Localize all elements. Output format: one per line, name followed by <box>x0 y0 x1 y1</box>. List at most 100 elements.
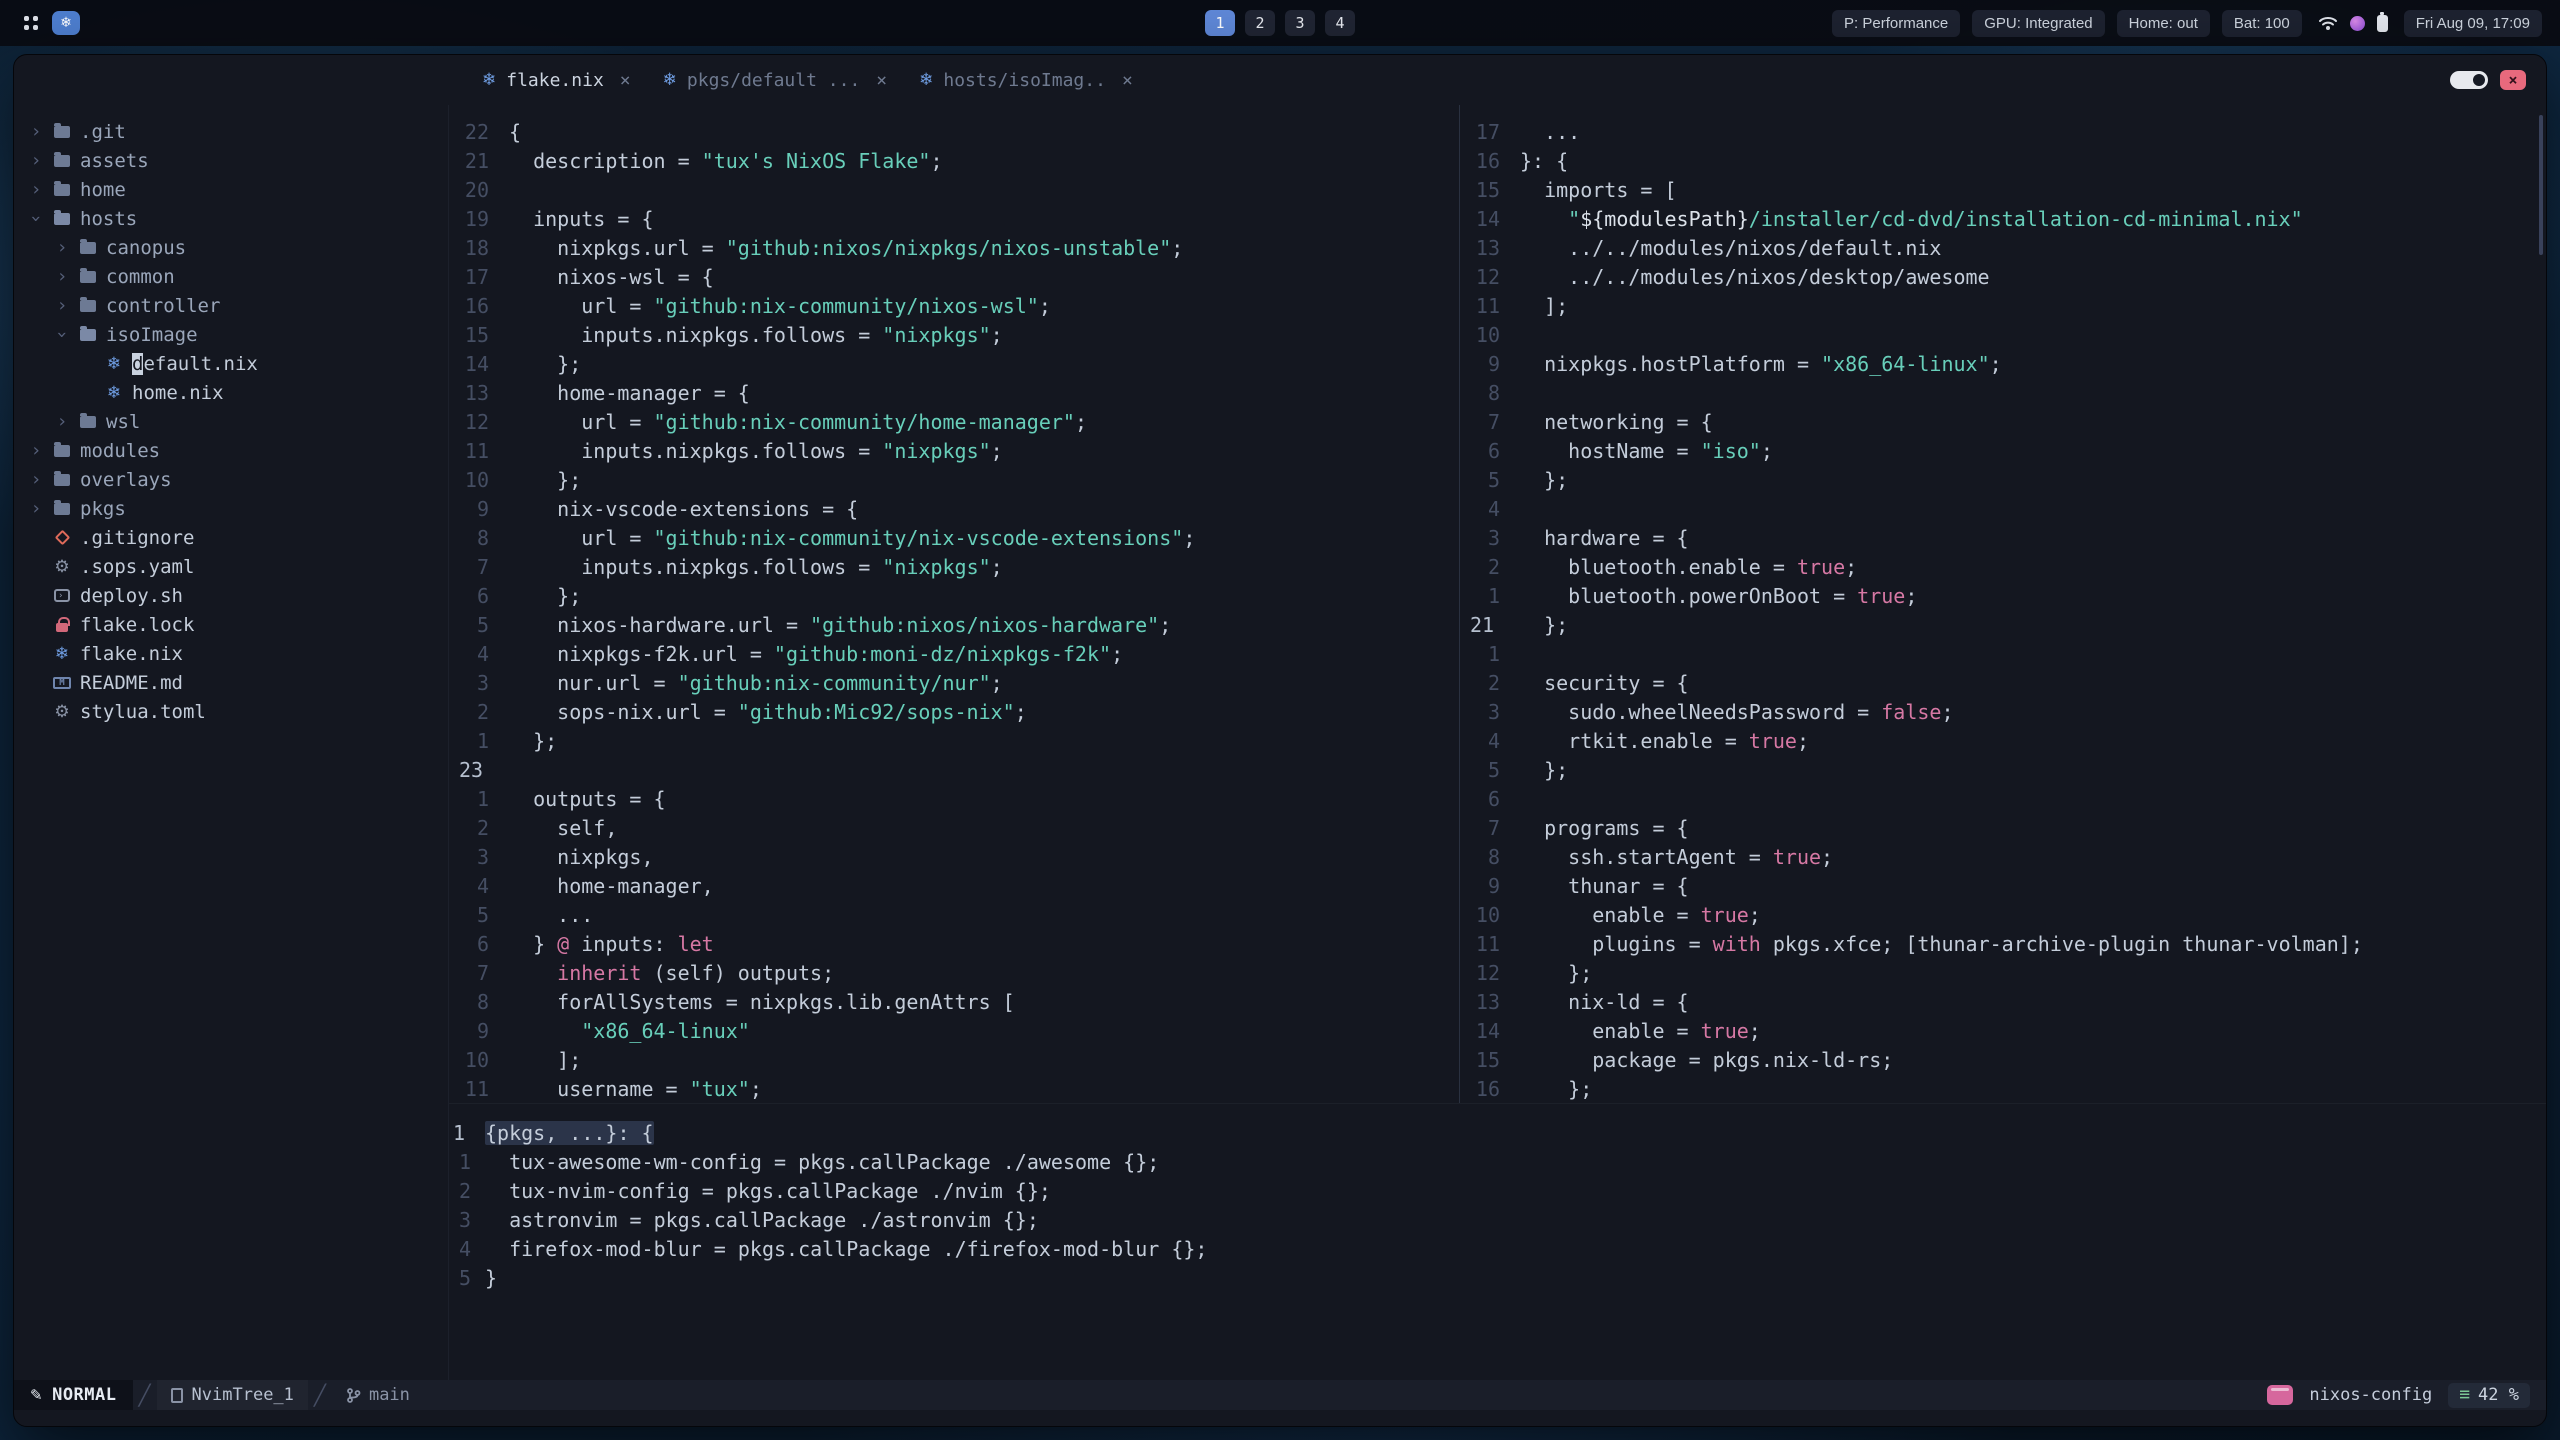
flake-line[interactable]: 3 nixpkgs, <box>449 842 1459 871</box>
iso-line[interactable]: 9 nixpkgs.hostPlatform = "x86_64-linux"; <box>1460 349 2546 378</box>
flake-line[interactable]: 4 nixpkgs-f2k.url = "github:moni-dz/nixp… <box>449 639 1459 668</box>
flake-line[interactable]: 9 "x86_64-linux" <box>449 1016 1459 1045</box>
pkgs-line[interactable]: 2 tux-nvim-config = pkgs.callPackage ./n… <box>449 1176 2546 1205</box>
flake-line[interactable]: 8 forAllSystems = nixpkgs.lib.genAttrs [ <box>449 987 1459 1016</box>
tab-close-icon[interactable]: × <box>1122 70 1133 91</box>
flake-line[interactable]: 6 }; <box>449 581 1459 610</box>
iso-line[interactable]: 3 hardware = { <box>1460 523 2546 552</box>
flake-line[interactable]: 5 ... <box>449 900 1459 929</box>
apps-grid-icon[interactable] <box>24 16 38 30</box>
iso-line[interactable]: 6 hostName = "iso"; <box>1460 436 2546 465</box>
tree-item-overlays[interactable]: › overlays <box>14 465 448 494</box>
flake-line[interactable]: 18 nixpkgs.url = "github:nixos/nixpkgs/n… <box>449 233 1459 262</box>
flake-line[interactable]: 21 description = "tux's NixOS Flake"; <box>449 146 1459 175</box>
flake-line[interactable]: 11 inputs.nixpkgs.follows = "nixpkgs"; <box>449 436 1459 465</box>
iso-line[interactable]: 21 }; <box>1460 610 2546 639</box>
iso-line[interactable]: 3 sudo.wheelNeedsPassword = false; <box>1460 697 2546 726</box>
flake-line[interactable]: 15 inputs.nixpkgs.follows = "nixpkgs"; <box>449 320 1459 349</box>
battery-icon[interactable] <box>2376 11 2388 32</box>
iso-line[interactable]: 2 security = { <box>1460 668 2546 697</box>
flake-line[interactable]: 3 nur.url = "github:nix-community/nur"; <box>449 668 1459 697</box>
flake-line[interactable]: 22 { <box>449 117 1459 146</box>
flake-line[interactable]: 16 url = "github:nix-community/nixos-wsl… <box>449 291 1459 320</box>
workspace-1[interactable]: 1 <box>1205 10 1235 36</box>
flake-line[interactable]: 10 }; <box>449 465 1459 494</box>
iso-line[interactable]: 11 ]; <box>1460 291 2546 320</box>
iso-line[interactable]: 5 }; <box>1460 465 2546 494</box>
iso-line[interactable]: 10 enable = true; <box>1460 900 2546 929</box>
status-dot-icon[interactable] <box>2349 15 2365 31</box>
flake-line[interactable]: 9 nix-vscode-extensions = { <box>449 494 1459 523</box>
iso-line[interactable]: 7 programs = { <box>1460 813 2546 842</box>
flake-line[interactable]: 20 <box>449 175 1459 204</box>
workspace-2[interactable]: 2 <box>1245 10 1275 36</box>
pkgs-line[interactable]: 1 tux-awesome-wm-config = pkgs.callPacka… <box>449 1147 2546 1176</box>
pkgs-line[interactable]: 5} <box>449 1263 2546 1292</box>
tree-item-canopus[interactable]: › canopus <box>14 233 448 262</box>
flake-line[interactable]: 10 ]; <box>449 1045 1459 1074</box>
iso-line[interactable]: 12 ../../modules/nixos/desktop/awesome <box>1460 262 2546 291</box>
tree-item-home.nix[interactable]: home.nix <box>14 378 448 407</box>
tree-item-.gitignore[interactable]: .gitignore <box>14 523 448 552</box>
iso-line[interactable]: 14 "${modulesPath}/installer/cd-dvd/inst… <box>1460 204 2546 233</box>
iso-line[interactable]: 16 }; <box>1460 1074 2546 1103</box>
iso-line[interactable]: 2 bluetooth.enable = true; <box>1460 552 2546 581</box>
tree-item-.git[interactable]: › .git <box>14 117 448 146</box>
tree-item-deploy.sh[interactable]: deploy.sh <box>14 581 448 610</box>
launcher-badge-icon[interactable] <box>52 11 80 35</box>
pkgs-line[interactable]: 4 firefox-mod-blur = pkgs.callPackage ./… <box>449 1234 2546 1263</box>
tree-item-controller[interactable]: › controller <box>14 291 448 320</box>
workspace-3[interactable]: 3 <box>1285 10 1315 36</box>
tab-close-icon[interactable]: × <box>876 70 887 91</box>
flake-line[interactable]: 8 url = "github:nix-community/nix-vscode… <box>449 523 1459 552</box>
iso-line[interactable]: 14 enable = true; <box>1460 1016 2546 1045</box>
iso-line[interactable]: 17 ... <box>1460 117 2546 146</box>
iso-line[interactable]: 4 <box>1460 494 2546 523</box>
workspace-4[interactable]: 4 <box>1325 10 1355 36</box>
iso-line[interactable]: 8 <box>1460 378 2546 407</box>
window-toggle[interactable] <box>2450 71 2488 89</box>
window-close-button[interactable]: × <box>2500 70 2526 90</box>
iso-line[interactable]: 4 rtkit.enable = true; <box>1460 726 2546 755</box>
flake-line[interactable]: 5 nixos-hardware.url = "github:nixos/nix… <box>449 610 1459 639</box>
flake-line[interactable]: 7 inputs.nixpkgs.follows = "nixpkgs"; <box>449 552 1459 581</box>
tree-item-isoimage[interactable]: › isoImage <box>14 320 448 349</box>
flake-line[interactable]: 4 home-manager, <box>449 871 1459 900</box>
iso-line[interactable]: 13 nix-ld = { <box>1460 987 2546 1016</box>
flake-line[interactable]: 17 nixos-wsl = { <box>449 262 1459 291</box>
flake-line[interactable]: 14 }; <box>449 349 1459 378</box>
iso-line[interactable]: 6 <box>1460 784 2546 813</box>
iso-line[interactable]: 5 }; <box>1460 755 2546 784</box>
flake-line[interactable]: 2 self, <box>449 813 1459 842</box>
tree-item-default.nix[interactable]: default.nix <box>14 349 448 378</box>
flake-line[interactable]: 2 sops-nix.url = "github:Mic92/sops-nix"… <box>449 697 1459 726</box>
wifi-icon[interactable] <box>2318 15 2338 31</box>
iso-line[interactable]: 15 package = pkgs.nix-ld-rs; <box>1460 1045 2546 1074</box>
tree-item-pkgs[interactable]: › pkgs <box>14 494 448 523</box>
pkgs-line[interactable]: 1 {pkgs, ...}: { <box>449 1118 2546 1147</box>
tree-item-stylua.toml[interactable]: stylua.toml <box>14 697 448 726</box>
iso-line[interactable]: 12 }; <box>1460 958 2546 987</box>
flake-line[interactable]: 12 url = "github:nix-community/home-mana… <box>449 407 1459 436</box>
tree-item-.sops.yaml[interactable]: .sops.yaml <box>14 552 448 581</box>
iso-line[interactable]: 9 thunar = { <box>1460 871 2546 900</box>
flake-line[interactable]: 1 outputs = { <box>449 784 1459 813</box>
iso-line[interactable]: 1 <box>1460 639 2546 668</box>
tree-item-common[interactable]: › common <box>14 262 448 291</box>
iso-line[interactable]: 15 imports = [ <box>1460 175 2546 204</box>
flake-line[interactable]: 1 }; <box>449 726 1459 755</box>
tree-item-wsl[interactable]: › wsl <box>14 407 448 436</box>
pkgs-line[interactable]: 3 astronvim = pkgs.callPackage ./astronv… <box>449 1205 2546 1234</box>
iso-line[interactable]: 16}: { <box>1460 146 2546 175</box>
flake-line[interactable]: 11 username = "tux"; <box>449 1074 1459 1103</box>
flake-line[interactable]: 13 home-manager = { <box>449 378 1459 407</box>
scrollbar-thumb[interactable] <box>2539 115 2543 255</box>
flake-line[interactable]: 7 inherit (self) outputs; <box>449 958 1459 987</box>
iso-line[interactable]: 11 plugins = with pkgs.xfce; [thunar-arc… <box>1460 929 2546 958</box>
tab-hosts-isoimag..[interactable]: hosts/isoImag.. × <box>903 55 1149 105</box>
tree-item-flake.lock[interactable]: flake.lock <box>14 610 448 639</box>
iso-line[interactable]: 13 ../../modules/nixos/default.nix <box>1460 233 2546 262</box>
tree-item-assets[interactable]: › assets <box>14 146 448 175</box>
tab-pkgs-default-...[interactable]: pkgs/default ... × <box>647 55 903 105</box>
tab-close-icon[interactable]: × <box>620 70 631 91</box>
